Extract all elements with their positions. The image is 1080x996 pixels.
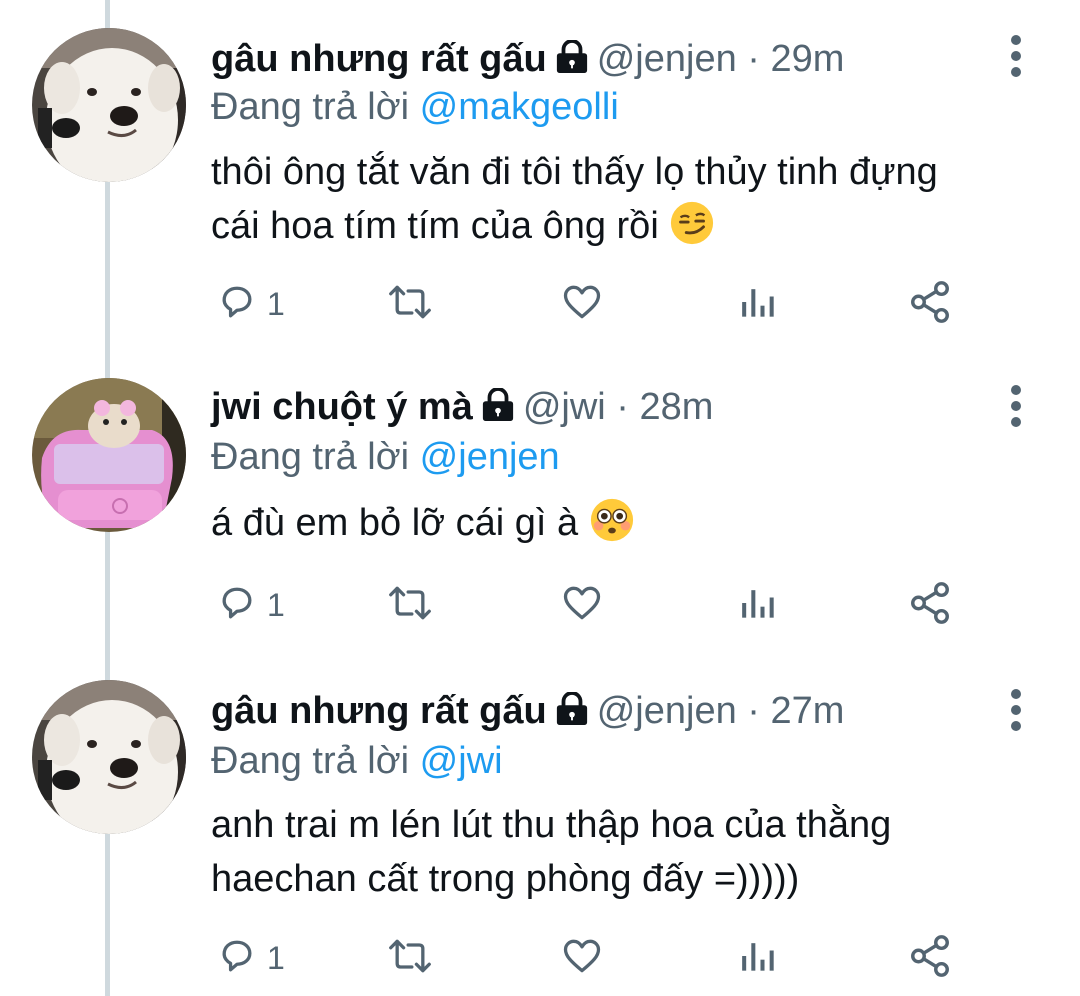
replying-mention[interactable]: @makgeolli [420,86,619,128]
analytics-button[interactable] [737,580,777,630]
tweet-text-line: cái hoa tím tím của ông rồi [211,205,659,247]
like-icon [559,581,605,630]
reply-icon [215,581,259,630]
tweet-text-line: anh trai m lén lút thu thập hoa của thằn… [211,804,892,846]
reply-icon [215,280,259,329]
reply-button[interactable]: 1 [215,580,285,630]
share-icon [907,580,953,631]
tweet-actions: 1 [211,279,971,329]
retweet-icon [385,280,435,329]
tweet-text-line: haechan cất trong phòng đấy =))))) [211,858,800,900]
handle[interactable]: @jenjen [597,690,737,732]
tweet-header: gâu nhưng rất gấu @jenjen · 27m [211,688,844,737]
more-options-icon[interactable] [1006,34,1026,82]
retweet-icon [385,934,435,983]
like-icon [559,934,605,983]
tweet-text-line: á đù em bỏ lỡ cái gì à [211,502,579,544]
analytics-icon [737,934,777,983]
analytics-button[interactable] [737,933,777,983]
display-name[interactable]: gâu nhưng rất gấu [211,690,547,732]
share-button[interactable] [907,933,953,983]
lock-icon [553,691,591,737]
more-options-icon[interactable] [1006,384,1026,432]
share-button[interactable] [907,580,953,630]
like-icon [559,280,605,329]
smirking-face-emoji [669,200,715,261]
reply-icon [215,934,259,983]
like-button[interactable] [559,580,605,630]
lock-icon [479,387,517,433]
tweet-text-line: thôi ông tắt văn đi tôi thấy lọ thủy tin… [211,151,938,193]
display-name[interactable]: gâu nhưng rất gấu [211,38,547,80]
analytics-button[interactable] [737,279,777,329]
replying-to: Đang trả lời @makgeolli [211,84,619,130]
reply-count: 1 [267,939,285,976]
retweet-button[interactable] [385,580,435,630]
like-button[interactable] [559,933,605,983]
analytics-icon [737,581,777,630]
avatar[interactable] [32,28,186,182]
tweet-text: thôi ông tắt văn đi tôi thấy lọ thủy tin… [211,145,1051,261]
retweet-icon [385,581,435,630]
reply-button[interactable]: 1 [215,279,285,329]
more-options-icon[interactable] [1006,688,1026,736]
replying-to: Đang trả lời @jwi [211,738,503,784]
tweet-text: á đù em bỏ lỡ cái gì à [211,496,1051,558]
analytics-icon [737,280,777,329]
replying-mention[interactable]: @jenjen [420,436,560,478]
lock-icon [553,39,591,85]
tweet-text: anh trai m lén lút thu thập hoa của thằn… [211,798,1051,906]
replying-prefix: Đang trả lời [211,436,420,478]
avatar[interactable] [32,680,186,834]
reply-button[interactable]: 1 [215,933,285,983]
timestamp[interactable]: · 27m [747,690,844,732]
share-icon [907,933,953,984]
replying-prefix: Đang trả lời [211,740,420,782]
like-button[interactable] [559,279,605,329]
replying-to: Đang trả lời @jenjen [211,434,560,480]
timestamp[interactable]: · 28m [616,386,713,428]
replying-mention[interactable]: @jwi [420,740,503,782]
handle[interactable]: @jwi [523,386,606,428]
tweet-header: gâu nhưng rất gấu @jenjen · 29m [211,36,844,85]
replying-prefix: Đang trả lời [211,86,420,128]
retweet-button[interactable] [385,933,435,983]
avatar[interactable] [32,378,186,532]
tweet-actions: 1 [211,933,971,983]
tweet-header: jwi chuột ý mà @jwi · 28m [211,384,713,433]
share-icon [907,279,953,330]
reply-count: 1 [267,586,285,623]
handle[interactable]: @jenjen [597,38,737,80]
flushed-face-emoji [589,497,635,558]
timestamp[interactable]: · 29m [747,38,844,80]
share-button[interactable] [907,279,953,329]
reply-count: 1 [267,285,285,322]
retweet-button[interactable] [385,279,435,329]
tweet-actions: 1 [211,580,971,630]
display-name[interactable]: jwi chuột ý mà [211,386,473,428]
